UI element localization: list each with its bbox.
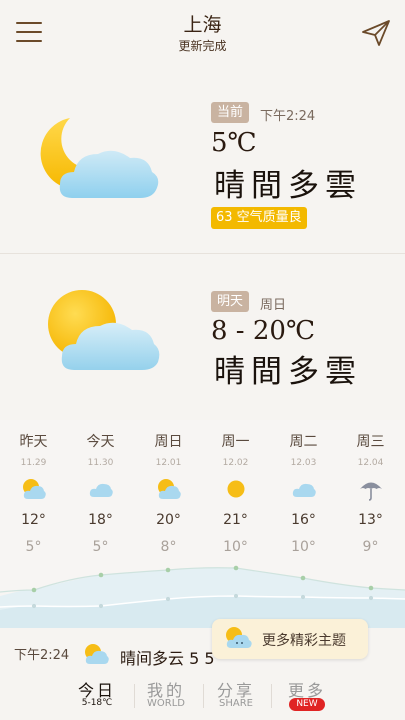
forecast-day-label: 昨天 [19, 434, 48, 450]
theme-popup-text: 更多精彩主题 [262, 633, 346, 649]
tab-more[interactable]: 更多 NEW [272, 674, 342, 720]
tab-share-sub: SHARE [219, 698, 253, 709]
forecast-date: 12.03 [290, 458, 317, 468]
forecast-low: 5° [25, 539, 42, 555]
forecast-day-label: 周二 [289, 434, 318, 450]
forecast-low: 5° [92, 539, 109, 555]
current-weather-panel: 当前 下午2:24 5℃ 晴間多雲 63 空气质量良 [0, 88, 405, 250]
current-condition: 晴間多雲 [214, 168, 362, 204]
forecast-low: 8° [160, 539, 177, 555]
forecast-date: 11.29 [20, 458, 47, 468]
current-tag: 当前 [211, 102, 250, 123]
forecast-day-label: 今天 [86, 434, 115, 450]
tab-today-sub: 5-18℃ [81, 698, 113, 708]
forecast-low: 10° [223, 539, 248, 555]
temperature-curve [0, 565, 405, 628]
tab-share[interactable]: 分享 SHARE [201, 674, 271, 720]
theme-cloud-icon [226, 627, 252, 648]
moon-cloud-icon [40, 118, 159, 198]
forecast-date: 11.30 [87, 458, 114, 468]
panel-divider [0, 253, 405, 254]
umbrella-icon [360, 482, 382, 501]
tomorrow-tag: 明天 [211, 291, 250, 312]
update-status: 更新完成 [178, 39, 227, 53]
forecast-day[interactable]: 今天 11.30 18° 5° [67, 420, 134, 570]
forecast-day[interactable]: 昨天 11.29 12° 5° [0, 420, 67, 570]
forecast-day[interactable]: 周一 12.02 21° 10° [202, 420, 269, 570]
forecast-high: 13° [358, 512, 383, 528]
forecast-date: 12.02 [222, 458, 249, 468]
forecast-high: 18° [88, 512, 113, 528]
forecast-date: 12.01 [155, 458, 182, 468]
forecast-low: 9° [362, 539, 379, 555]
sun-cloud-icon [48, 290, 160, 370]
paper-plane-icon[interactable] [361, 18, 391, 48]
tomorrow-weather-panel: 明天 周日 8 - 20℃ 晴間多雲 [0, 286, 405, 416]
tab-world-sub: WORLD [147, 698, 185, 709]
aqi-badge[interactable]: 63 空气质量良 [211, 207, 307, 229]
city-title[interactable]: 上海 [0, 10, 405, 37]
sun-cloud-icon [158, 479, 181, 499]
header: 上海 更新完成 [0, 0, 405, 62]
forecast-strip: 昨天 11.29 12° 5° 今天 11.30 18° 5° 周日 12.01… [0, 420, 405, 628]
forecast-low: 10° [291, 539, 316, 555]
forecast-high: 21° [223, 512, 248, 528]
sun-cloud-icon [23, 479, 46, 499]
status-time: 下午2:24 [14, 648, 70, 663]
forecast-high: 12° [21, 512, 46, 528]
forecast-day[interactable]: 周日 12.01 20° 8° [135, 420, 202, 570]
sun-cloud-icon [85, 644, 109, 664]
sun-icon [227, 480, 245, 498]
tab-world[interactable]: 我的 WORLD [131, 674, 201, 720]
current-time: 下午2:24 [260, 109, 316, 124]
cloud-icon [292, 483, 316, 497]
bottom-tab-bar: 今日 5-18℃ 我的 WORLD 分享 SHARE 更多 NEW [0, 674, 405, 720]
forecast-date: 12.04 [357, 458, 384, 468]
tomorrow-condition: 晴間多雲 [214, 354, 362, 390]
forecast-day-label: 周日 [154, 434, 183, 450]
tomorrow-weekday: 周日 [260, 298, 287, 313]
forecast-day-label: 周三 [356, 434, 385, 450]
forecast-day[interactable]: 周二 12.03 16° 10° [270, 420, 337, 570]
current-temperature: 5℃ [211, 128, 257, 158]
status-condition: 晴间多云 5 5 [120, 649, 215, 668]
new-badge: NEW [289, 698, 325, 711]
forecast-high: 16° [291, 512, 316, 528]
forecast-day-label: 周一 [221, 434, 250, 450]
forecast-day[interactable]: 周三 12.04 13° 9° [337, 420, 404, 570]
forecast-high: 20° [156, 512, 181, 528]
theme-popup[interactable]: 更多精彩主题 [212, 619, 368, 659]
tomorrow-temperature: 8 - 20℃ [211, 316, 316, 346]
cloud-icon [89, 483, 113, 497]
tab-today[interactable]: 今日 5-18℃ [62, 674, 132, 720]
